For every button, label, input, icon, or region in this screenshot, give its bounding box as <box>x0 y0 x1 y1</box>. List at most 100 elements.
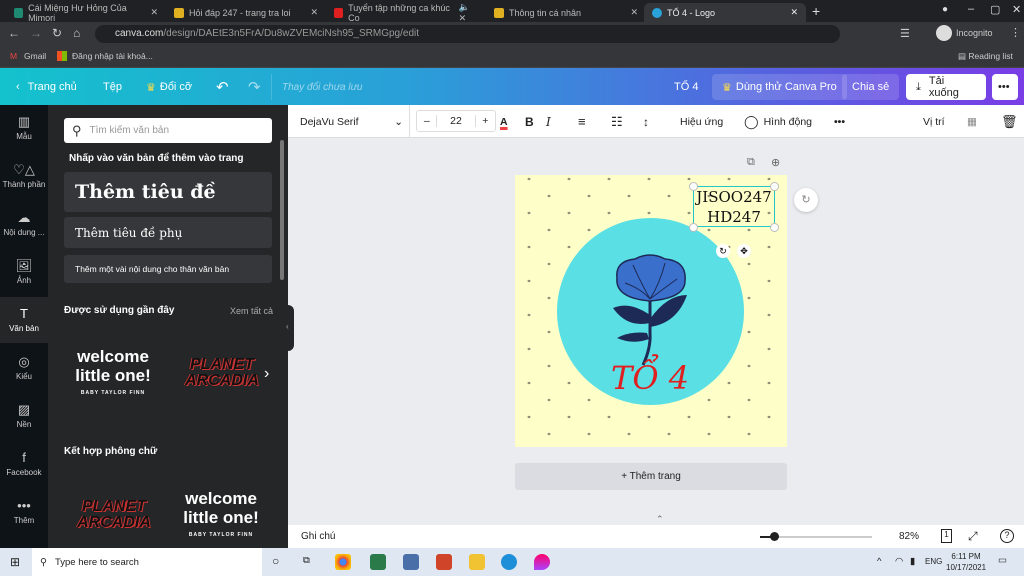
zoom-level[interactable]: 82% <box>899 531 919 542</box>
increase-size-button[interactable]: + <box>476 115 495 127</box>
combo-sample-welcome[interactable]: welcome little one! BABY TAYLOR FINN <box>176 489 266 538</box>
home-button[interactable]: ‹ Trang chủ <box>6 74 87 100</box>
rail-item[interactable]: ☁ Nội dung ... <box>0 201 48 247</box>
rail-item[interactable]: ••• Thêm <box>0 489 48 535</box>
font-sample-welcome[interactable]: welcome little one! BABY TAYLOR FINN <box>68 347 158 396</box>
clock[interactable]: 6:11 PM 10/17/2021 <box>946 551 986 573</box>
animate-button[interactable]: ◯ Hình động <box>744 105 812 138</box>
zoom-slider-thumb[interactable] <box>770 532 779 541</box>
try-pro-button[interactable]: ♛ Dùng thử Canva Pro <box>712 74 847 100</box>
file-explorer-icon[interactable] <box>469 554 485 570</box>
task-view-icon[interactable]: ⧉ <box>303 555 310 566</box>
reading-list-icon[interactable]: ☰ <box>900 27 910 40</box>
chrome-icon[interactable] <box>335 554 351 570</box>
close-tab-icon[interactable]: ✕ <box>630 7 638 18</box>
resize-handle[interactable] <box>770 223 779 232</box>
rail-item[interactable]: ▨ Nền <box>0 393 48 439</box>
menu-icon[interactable]: ⋮ <box>1010 26 1021 39</box>
browser-tab[interactable]: Tuyển tập những ca khúc Co 🔈 ✕ <box>326 2 486 24</box>
more-tools-icon[interactable]: ••• <box>834 105 845 138</box>
transparency-icon[interactable]: ▦ <box>967 105 977 138</box>
windows-start-icon[interactable]: ⊞ <box>10 555 20 569</box>
zoom-slider[interactable] <box>760 532 872 541</box>
bookmark-login[interactable]: Đăng nhập tài khoả... <box>72 51 153 61</box>
close-tab-icon[interactable]: 🔈 ✕ <box>459 2 478 24</box>
home-icon[interactable]: ⌂ <box>73 26 80 40</box>
url-input[interactable]: canva.com/design/DAEtE3n5FrA/Du8wZVEMciN… <box>95 25 840 43</box>
browser-tab[interactable]: Cái Miệng Hư Hỏng Của Mimori ✕ <box>6 3 166 23</box>
logo-text[interactable]: TỔ 4 <box>611 359 689 397</box>
text-search-input[interactable]: ⚲ Tìm kiếm văn bản <box>64 118 272 143</box>
taskbar-search-input[interactable]: ⚲ Type here to search <box>32 548 262 576</box>
page-count-button[interactable]: 1 <box>941 529 952 543</box>
text-color-icon[interactable]: A <box>500 105 508 138</box>
add-heading-button[interactable]: Thêm tiêu đề <box>64 172 272 212</box>
reload-icon[interactable]: ↻ <box>52 26 62 40</box>
rail-item[interactable]: ▥ Mẫu <box>0 105 48 151</box>
tab-search-icon[interactable]: ● <box>942 4 948 15</box>
decrease-size-button[interactable]: – <box>417 115 436 127</box>
minimize-button[interactable]: – <box>968 3 974 15</box>
rail-item[interactable]: ◎ Kiểu <box>0 345 48 391</box>
chevron-right-icon[interactable]: › <box>264 365 269 383</box>
line-spacing-icon[interactable]: ↕ <box>643 105 649 138</box>
design-title[interactable]: TỔ 4 <box>664 74 708 100</box>
close-window-button[interactable]: ✕ <box>1012 3 1021 16</box>
notifications-icon[interactable]: ▭ <box>998 555 1007 566</box>
resize-handle[interactable] <box>689 223 698 232</box>
list-icon[interactable]: ☷ <box>611 105 623 138</box>
cortana-icon[interactable]: ○ <box>272 554 279 568</box>
new-tab-button[interactable]: + <box>812 3 820 19</box>
delete-icon[interactable]: 🗑 <box>1001 105 1018 138</box>
fullscreen-icon[interactable]: ⤢ <box>968 529 978 544</box>
duplicate-page-icon[interactable]: ⧉ <box>747 156 755 169</box>
position-button[interactable]: Vị trí <box>923 105 945 138</box>
font-size-input[interactable]: 22 <box>436 115 476 127</box>
volume-icon[interactable]: ▮ <box>910 556 915 567</box>
collapse-panel-handle[interactable]: ‹ <box>286 305 294 351</box>
rail-item[interactable]: T Văn bản <box>0 297 48 343</box>
refresh-comment-icon[interactable]: ↻ <box>794 188 818 212</box>
help-icon[interactable]: ? <box>1000 529 1014 543</box>
back-icon[interactable]: ← <box>8 26 20 40</box>
app-icon[interactable] <box>370 554 386 570</box>
app-icon[interactable] <box>436 554 452 570</box>
redo-button[interactable]: ↷ <box>238 74 271 100</box>
share-button[interactable]: Chia sẻ <box>842 74 900 100</box>
combo-sample-planet[interactable]: PLANET ARCADIA <box>74 499 154 531</box>
more-options-button[interactable]: ••• <box>992 74 1018 100</box>
close-tab-icon[interactable]: ✕ <box>150 7 158 18</box>
profile-label[interactable]: Incognito <box>956 28 993 38</box>
browser-tab[interactable]: Hỏi đáp 247 - trang tra loi ✕ <box>166 3 326 22</box>
font-family-select[interactable]: DejaVu Serif ⌄ <box>294 105 410 138</box>
maximize-button[interactable]: ▢ <box>990 3 1000 16</box>
app-icon[interactable] <box>534 554 550 570</box>
align-center-icon[interactable]: ≡ <box>578 105 586 138</box>
edge-icon[interactable] <box>501 554 517 570</box>
notes-button[interactable]: Ghi chú <box>301 531 335 542</box>
rail-item[interactable]: 🖼 Ảnh <box>0 249 48 295</box>
font-size-stepper[interactable]: –22 + <box>416 110 496 132</box>
add-page-icon[interactable]: ⊕ <box>771 156 780 169</box>
reading-list-link[interactable]: ▤ Reading list <box>958 51 1013 62</box>
resize-handle[interactable] <box>689 182 698 191</box>
move-icon[interactable]: ✥ <box>737 244 751 258</box>
forward-icon[interactable]: → <box>30 26 42 40</box>
panel-scrollbar[interactable] <box>280 140 284 280</box>
see-all-link[interactable]: Xem tất cả <box>230 306 273 316</box>
rail-item[interactable]: f Facebook <box>0 441 48 487</box>
font-sample-planet[interactable]: PLANET ARCADIA <box>182 357 262 389</box>
close-tab-icon[interactable]: ✕ <box>790 7 798 18</box>
tray-chevron-icon[interactable]: ^ <box>877 556 881 567</box>
design-page[interactable]: TỔ 4 JISOO247 HD247 ↻ ✥ <box>515 175 787 447</box>
calculator-icon[interactable] <box>403 554 419 570</box>
browser-tab[interactable]: Thông tin cá nhân ✕ <box>486 3 646 22</box>
file-menu-button[interactable]: Tệp <box>93 74 132 100</box>
chevron-up-icon[interactable]: ⌃ <box>656 514 664 525</box>
add-page-button[interactable]: + Thêm trang <box>515 463 787 490</box>
rail-item[interactable]: ♡△ Thành phần <box>0 153 48 199</box>
close-tab-icon[interactable]: ✕ <box>310 7 318 18</box>
effects-button[interactable]: Hiệu ứng <box>680 105 723 138</box>
browser-tab-active[interactable]: TỔ 4 - Logo ✕ <box>644 3 806 22</box>
resize-handle[interactable] <box>770 182 779 191</box>
